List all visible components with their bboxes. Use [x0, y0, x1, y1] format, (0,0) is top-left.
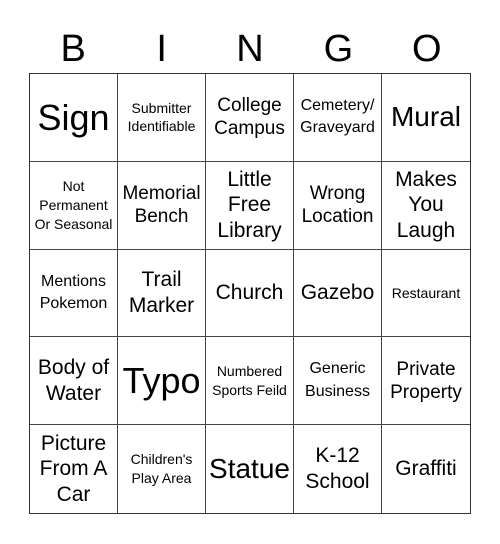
header-letter-i: I: [156, 28, 167, 70]
bingo-cell[interactable]: Restaurant: [382, 250, 470, 338]
bingo-cell[interactable]: Mentions Pokemon: [30, 249, 118, 338]
cell-text: Sign: [37, 96, 110, 138]
header-letter-b: B: [60, 28, 86, 70]
bingo-cell[interactable]: Makes You Laugh: [382, 162, 470, 250]
cell-text: Submitter Identifiable: [127, 99, 196, 135]
cell-text: Typo: [122, 359, 201, 401]
cell-text: Body of Water: [37, 356, 110, 405]
bingo-grid: Sign Submitter Identifiable College Camp…: [29, 73, 471, 514]
cell-text: Private Property: [390, 358, 462, 403]
header-letter-n: N: [236, 28, 264, 70]
header-letter-g: G: [323, 28, 354, 70]
bingo-cell[interactable]: Typo: [118, 337, 206, 426]
cell-text: Not Permanent Or Seasonal: [34, 177, 113, 232]
bingo-cell[interactable]: Wrong Location: [294, 161, 382, 250]
bingo-cell[interactable]: College Campus: [206, 74, 294, 162]
cell-text: Graffiti: [395, 457, 457, 481]
cell-text: Wrong Location: [301, 183, 374, 228]
bingo-cell[interactable]: Private Property: [382, 337, 470, 426]
bingo-cell[interactable]: Numbered Sports Feild: [206, 337, 294, 426]
cell-text: College Campus: [214, 95, 285, 140]
cell-text: Little Free Library: [217, 167, 282, 242]
bingo-cell[interactable]: Statue: [206, 425, 294, 513]
bingo-header: B I N G O: [29, 26, 471, 72]
cell-text: Children's Play Area: [130, 451, 193, 487]
bingo-cell[interactable]: Children's Play Area: [118, 425, 206, 513]
bingo-cell[interactable]: Generic Business: [294, 337, 382, 426]
cell-text: Church: [215, 281, 284, 305]
bingo-cell[interactable]: Mural: [382, 74, 470, 162]
cell-text: Picture From A Car: [39, 431, 108, 506]
cell-text: Statue: [209, 452, 290, 484]
bingo-cell[interactable]: Church: [206, 249, 294, 338]
bingo-cell[interactable]: Cemetery/ Graveyard: [294, 74, 382, 162]
bingo-cell[interactable]: Picture From A Car: [30, 425, 118, 513]
cell-text: Restaurant: [391, 284, 461, 301]
cell-text: Numbered Sports Feild: [212, 362, 287, 398]
cell-text: Memorial Bench: [122, 183, 201, 228]
bingo-cell[interactable]: Sign: [30, 74, 118, 162]
cell-text: Mentions Pokemon: [39, 272, 108, 312]
cell-text: Gazebo: [300, 281, 375, 305]
cell-text: K-12 School: [305, 444, 370, 494]
bingo-cell[interactable]: Not Permanent Or Seasonal: [30, 161, 118, 250]
bingo-cell[interactable]: Memorial Bench: [118, 161, 206, 250]
bingo-cell[interactable]: Little Free Library: [206, 161, 294, 250]
header-letter-o: O: [412, 28, 442, 70]
bingo-cell[interactable]: Graffiti: [382, 425, 470, 513]
cell-text: Makes You Laugh: [395, 167, 457, 242]
bingo-cell[interactable]: Trail Marker: [118, 249, 206, 338]
cell-text: Cemetery/ Graveyard: [300, 97, 375, 137]
bingo-cell[interactable]: K-12 School: [294, 425, 382, 513]
bingo-cell[interactable]: Submitter Identifiable: [118, 74, 206, 162]
cell-text: Mural: [390, 101, 461, 132]
bingo-cell[interactable]: Gazebo: [294, 249, 382, 338]
cell-text: Generic Business: [305, 360, 370, 400]
cell-text: Trail Marker: [128, 268, 195, 317]
bingo-cell[interactable]: Body of Water: [30, 337, 118, 426]
